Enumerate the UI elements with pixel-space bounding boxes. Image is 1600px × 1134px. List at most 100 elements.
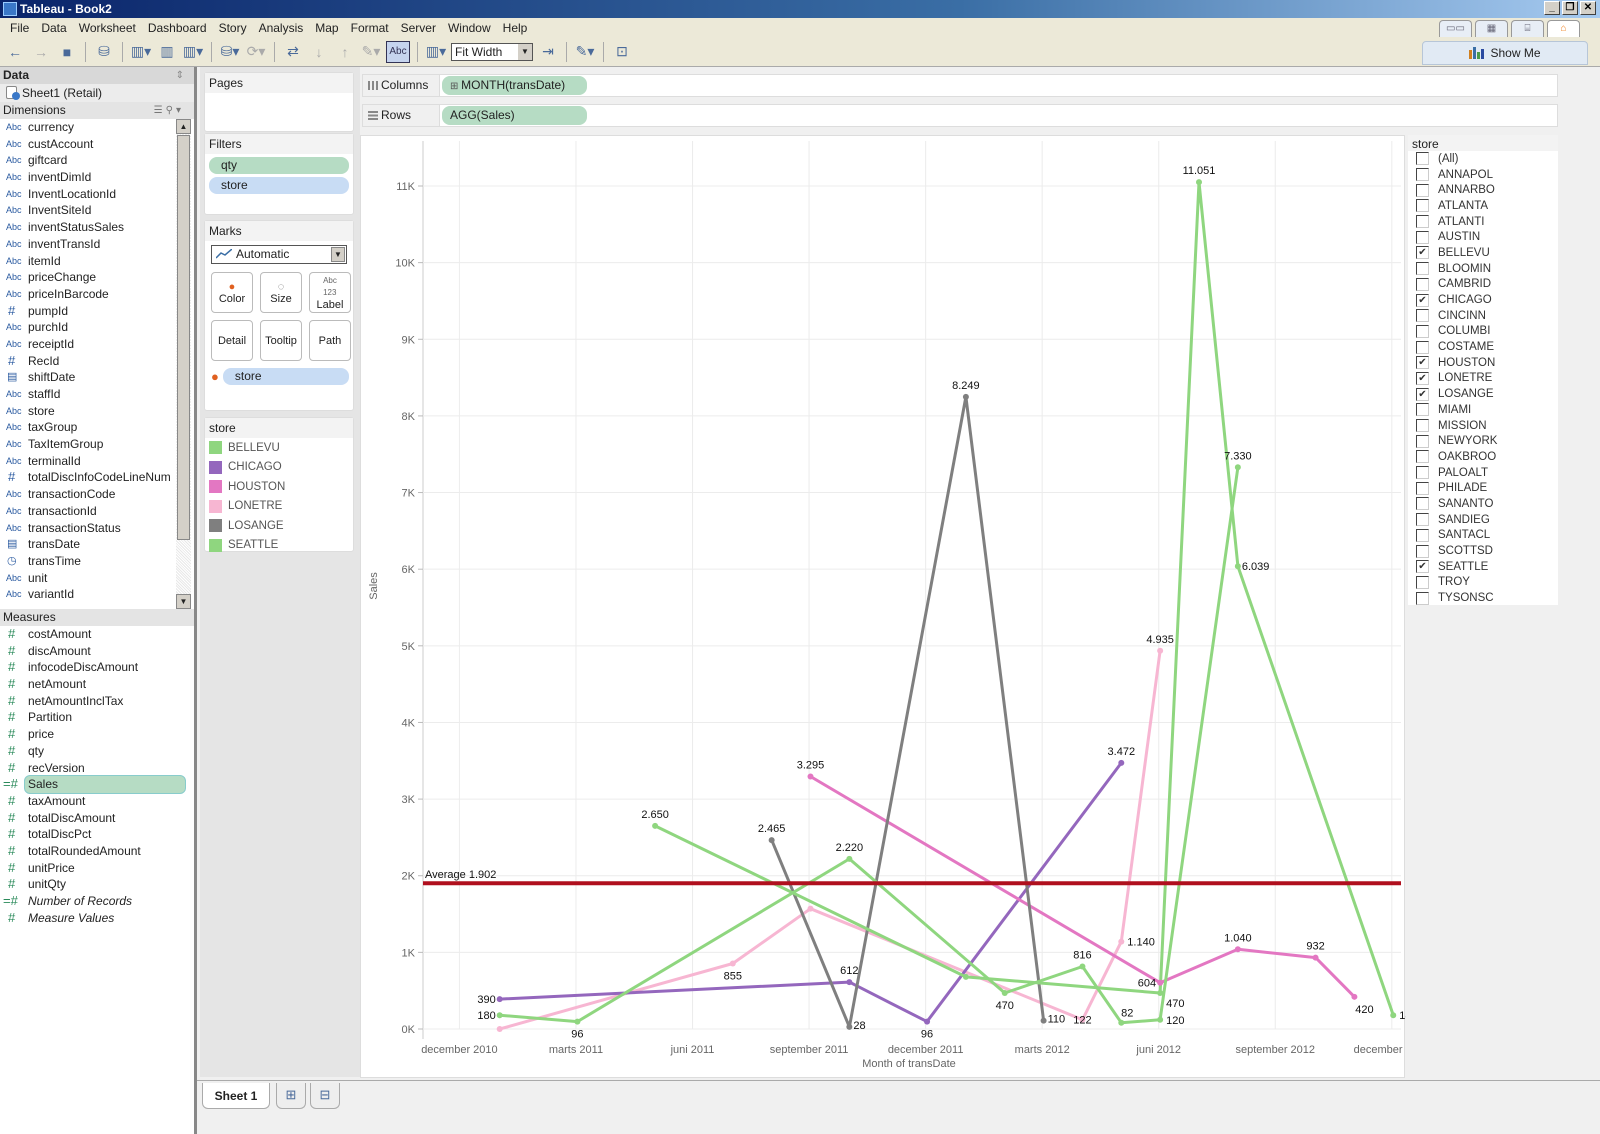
menu-map[interactable]: Map	[309, 21, 344, 35]
dimension-field[interactable]: Abc giftcard	[0, 152, 194, 169]
measure-field[interactable]: # totalRoundedAmount	[0, 843, 194, 860]
dimension-field[interactable]: Abc currency	[0, 119, 194, 136]
swap-rows-columns-icon[interactable]: ⇄	[282, 41, 304, 63]
detail-button[interactable]: Detail	[211, 320, 253, 361]
chevron-down-icon[interactable]: ▾	[176, 105, 184, 116]
dimension-field[interactable]: # pumpId	[0, 303, 194, 320]
menu-format[interactable]: Format	[345, 21, 395, 35]
refresh-icon[interactable]: ⟳▾	[245, 41, 267, 63]
measure-field[interactable]: # unitQty	[0, 876, 194, 893]
filter-pill-store[interactable]: store	[209, 177, 349, 194]
store-filter-item[interactable]: (All)	[1408, 151, 1558, 167]
store-filter-item[interactable]: COLUMBI	[1408, 324, 1558, 340]
sort-ascending-icon[interactable]: ↓	[308, 41, 330, 63]
data-source-tab[interactable]: ⌸	[1511, 20, 1544, 37]
store-filter-item[interactable]: OAKBROO	[1408, 449, 1558, 465]
mark-type-select[interactable]: Automatic ▼	[211, 245, 347, 264]
checkbox-checked[interactable]: ✔	[1416, 387, 1429, 401]
store-filter-item[interactable]: ✔ CHICAGO	[1408, 292, 1558, 308]
color-button[interactable]: ● Color	[211, 272, 253, 313]
checkbox-checked[interactable]: ✔	[1416, 356, 1429, 370]
columns-pill-month-transdate[interactable]: ⊞ MONTH(transDate)	[442, 76, 587, 95]
measure-field[interactable]: # Measure Values	[0, 910, 194, 927]
store-filter-item[interactable]: COSTAME	[1408, 339, 1558, 355]
show-me-button[interactable]: Show Me	[1422, 41, 1588, 65]
checkbox-checked[interactable]: ✔	[1416, 371, 1429, 385]
measure-field[interactable]: # taxAmount	[0, 793, 194, 810]
group-members-icon[interactable]: ✎▾	[360, 41, 382, 63]
chevron-down-icon[interactable]: ▼	[331, 247, 345, 262]
rows-pill-agg-sales[interactable]: AGG(Sales)	[442, 106, 587, 125]
store-filter-item[interactable]: TYSONSC	[1408, 590, 1558, 606]
tab-sheet-1[interactable]: Sheet 1	[202, 1083, 270, 1109]
new-worksheet-icon[interactable]: ⊞	[276, 1083, 306, 1109]
measure-field[interactable]: # unitPrice	[0, 860, 194, 877]
checkbox-unchecked[interactable]	[1416, 466, 1429, 480]
presentation-view-tab[interactable]: ▭▭	[1439, 20, 1472, 37]
measure-field[interactable]: # totalDiscAmount	[0, 810, 194, 827]
dimension-field[interactable]: ▤ shiftDate	[0, 369, 194, 386]
dimension-field[interactable]: Abc InventLocationId	[0, 186, 194, 203]
store-filter-item[interactable]: CAMBRID	[1408, 277, 1558, 293]
dimension-field[interactable]: Abc inventTransId	[0, 236, 194, 253]
save-icon[interactable]: ■	[56, 41, 78, 63]
legend-item[interactable]: LOSANGE	[205, 516, 353, 536]
checkbox-unchecked[interactable]	[1416, 419, 1429, 433]
dimension-field[interactable]: # RecId	[0, 353, 194, 370]
store-filter-item[interactable]: CINCINN	[1408, 308, 1558, 324]
checkbox-unchecked[interactable]	[1416, 199, 1429, 213]
dimension-field[interactable]: Abc itemId	[0, 253, 194, 270]
checkbox-unchecked[interactable]	[1416, 340, 1429, 354]
show-mark-labels-button[interactable]: Abc	[386, 40, 410, 63]
dimensions-scrollbar[interactable]: ▲ ▼	[176, 119, 191, 609]
sheet-sorter-tab[interactable]: ▦	[1475, 20, 1508, 37]
dimension-field[interactable]: Abc inventStatusSales	[0, 219, 194, 236]
checkbox-unchecked[interactable]	[1416, 575, 1429, 589]
home-icon[interactable]: ⌂	[1547, 20, 1580, 37]
view-list-icon[interactable]: ☰	[154, 105, 166, 116]
dimension-field[interactable]: Abc terminalId	[0, 453, 194, 470]
dimension-field[interactable]: Abc unit	[0, 570, 194, 587]
legend-item[interactable]: CHICAGO	[205, 458, 353, 478]
pane-menu-icon[interactable]: ⇕	[176, 67, 184, 84]
checkbox-unchecked[interactable]	[1416, 230, 1429, 244]
new-dashboard-icon[interactable]: ⊟	[310, 1083, 340, 1109]
label-button[interactable]: Abc 123 Label	[309, 272, 351, 313]
measure-field[interactable]: # netAmount	[0, 676, 194, 693]
sort-descending-icon[interactable]: ↑	[334, 41, 356, 63]
store-filter-item[interactable]: ✔ BELLEVU	[1408, 245, 1558, 261]
store-filter-item[interactable]: SCOTTSD	[1408, 543, 1558, 559]
size-button[interactable]: ◌ Size	[260, 272, 302, 313]
legend-item[interactable]: LONETRE	[205, 497, 353, 517]
presentation-mode-icon[interactable]: ⊡	[611, 41, 633, 63]
legend-item[interactable]: BELLEVU	[205, 438, 353, 458]
legend-item[interactable]: SEATTLE	[205, 536, 353, 556]
dimension-field[interactable]: Abc receiptId	[0, 336, 194, 353]
store-filter-item[interactable]: ✔ SEATTLE	[1408, 559, 1558, 575]
dimension-field[interactable]: Abc inventDimId	[0, 169, 194, 186]
store-filter-item[interactable]: ATLANTA	[1408, 198, 1558, 214]
dimension-field[interactable]: Abc priceChange	[0, 269, 194, 286]
dimension-field[interactable]: Abc purchId	[0, 319, 194, 336]
scroll-thumb[interactable]	[177, 135, 190, 540]
menu-story[interactable]: Story	[213, 21, 253, 35]
checkbox-unchecked[interactable]	[1416, 168, 1429, 182]
store-filter-item[interactable]: TROY	[1408, 575, 1558, 591]
store-filter-item[interactable]: NEWYORK	[1408, 433, 1558, 449]
checkbox-unchecked[interactable]	[1416, 528, 1429, 542]
dimension-field[interactable]: Abc TaxItemGroup	[0, 436, 194, 453]
checkbox-checked[interactable]: ✔	[1416, 293, 1429, 307]
back-arrow-icon[interactable]: ←	[4, 41, 26, 63]
menu-file[interactable]: File	[4, 21, 35, 35]
store-filter-item[interactable]: PALOALT	[1408, 465, 1558, 481]
highlight-icon[interactable]: ✎▾	[574, 41, 596, 63]
dimension-field[interactable]: Abc custAccount	[0, 136, 194, 153]
dimension-field[interactable]: Abc taxGroup	[0, 419, 194, 436]
store-filter-item[interactable]: ANNAPOL	[1408, 167, 1558, 183]
checkbox-unchecked[interactable]	[1416, 277, 1429, 291]
store-filter-item[interactable]: ATLANTI	[1408, 214, 1558, 230]
path-button[interactable]: Path	[309, 320, 351, 361]
checkbox-unchecked[interactable]	[1416, 309, 1429, 323]
dimension-field[interactable]: Abc priceInBarcode	[0, 286, 194, 303]
minimize-button[interactable]: _	[1544, 1, 1560, 15]
